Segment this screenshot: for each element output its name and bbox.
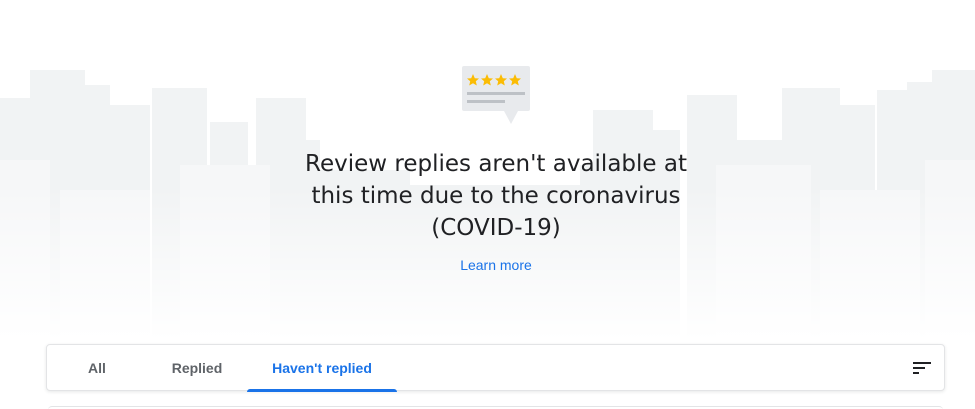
learn-more-link[interactable]: Learn more	[396, 256, 596, 274]
covid-notice-hero: Review replies aren't available at this …	[0, 0, 975, 340]
tab-havent-replied-label: Haven't replied	[272, 360, 372, 376]
reviews-page: Review replies aren't available at this …	[0, 0, 975, 409]
tab-all[interactable]: All	[47, 345, 147, 391]
sort-icon	[913, 362, 931, 374]
covid-notice-message: Review replies aren't available at this …	[305, 151, 687, 241]
sort-button[interactable]	[910, 356, 934, 380]
review-filter-tabs: All Replied Haven't replied	[46, 344, 945, 392]
tab-replied[interactable]: Replied	[147, 345, 247, 391]
tab-replied-label: Replied	[171, 360, 223, 376]
tab-havent-replied[interactable]: Haven't replied	[247, 345, 397, 392]
active-tab-indicator	[247, 389, 397, 392]
review-card-icon	[462, 66, 530, 124]
tab-all-label: All	[88, 360, 106, 376]
